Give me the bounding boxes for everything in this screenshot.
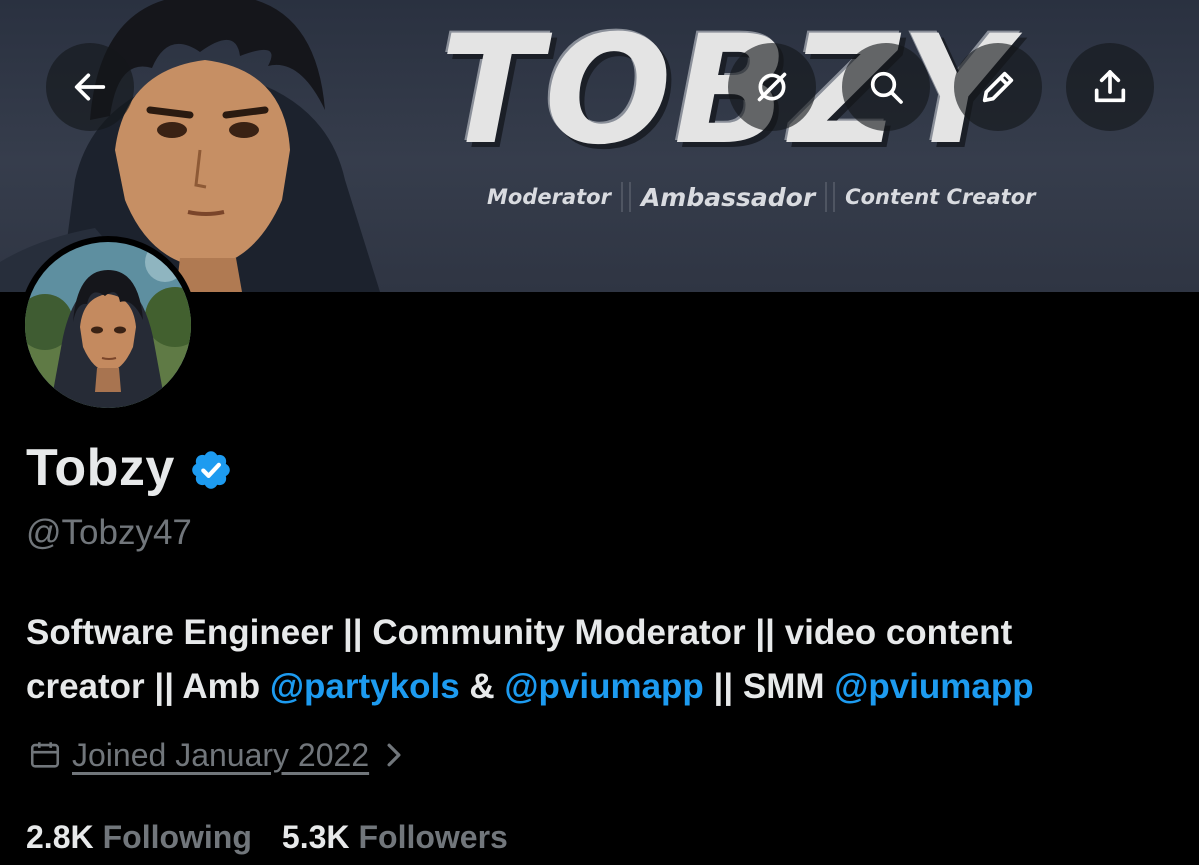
chevron-right-icon (387, 743, 401, 767)
followers-label: Followers (358, 818, 508, 855)
edit-button[interactable] (954, 43, 1042, 131)
share-icon (1094, 70, 1126, 103)
back-button[interactable] (46, 43, 134, 131)
tagline-ambassador: Ambassador (640, 182, 816, 212)
grok-button[interactable] (728, 43, 816, 131)
calendar-icon (30, 742, 60, 768)
profile-banner[interactable]: TOBZY Moderator Ambassador Content Creat… (0, 0, 1199, 292)
following-label: Following (102, 818, 252, 855)
share-button[interactable] (1066, 43, 1154, 131)
bio-text: & (459, 667, 505, 706)
search-button[interactable] (842, 43, 930, 131)
user-handle: @Tobzy47 (26, 513, 192, 552)
pencil-icon (982, 71, 1014, 103)
joined-date-link[interactable]: Joined January 2022 (28, 733, 405, 777)
profile-bio: Software Engineer || Community Moderator… (26, 606, 1186, 714)
bio-text: creator || Amb (26, 667, 270, 706)
banner-tagline: Moderator Ambassador Content Creator (487, 180, 1036, 214)
tagline-divider (825, 182, 836, 212)
tagline-content-creator: Content Creator (845, 185, 1036, 209)
followers-link[interactable]: 5.3K Followers (282, 819, 508, 856)
arrow-left-icon (74, 73, 106, 101)
mention-link-pviumapp-smm[interactable]: @pviumapp (834, 667, 1033, 706)
bio-line-2: creator || Amb @partykols & @pviumapp ||… (26, 660, 1186, 714)
mention-link-partykols[interactable]: @partykols (270, 667, 460, 706)
joined-date: Joined January 2022 (72, 736, 370, 773)
verified-badge-icon (192, 451, 230, 489)
mention-link-pviumapp[interactable]: @pviumapp (504, 667, 703, 706)
followers-count: 5.3K (281, 818, 350, 855)
following-count: 2.8K (26, 818, 94, 855)
avatar-image (25, 242, 191, 408)
search-icon (870, 71, 903, 104)
bio-line-1: Software Engineer || Community Moderator… (26, 613, 1013, 652)
avatar[interactable] (19, 236, 197, 414)
bio-text: || SMM (703, 667, 835, 706)
tagline-divider (620, 182, 631, 212)
grok-icon (757, 72, 787, 102)
tagline-moderator: Moderator (487, 185, 611, 209)
follow-stats: 2.8K Following 5.3K Followers (26, 814, 538, 860)
display-name: Tobzy (26, 439, 175, 497)
profile-name-row: Tobzy (26, 436, 233, 500)
following-link[interactable]: 2.8K Following (26, 819, 252, 856)
